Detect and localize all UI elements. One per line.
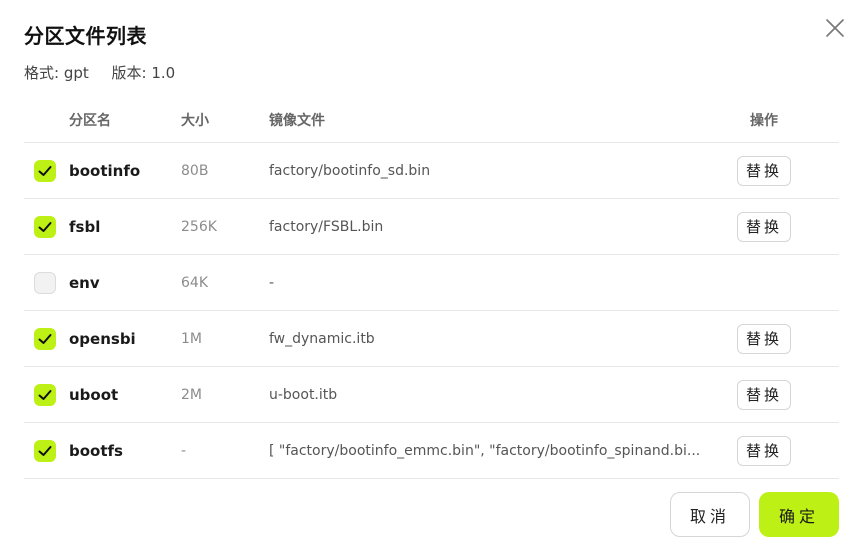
table-row: bootinfo 80B factory/bootinfo_sd.bin 替换 (24, 143, 839, 199)
header-name: 分区名 (69, 113, 111, 129)
table-row: fsbl 256K factory/FSBL.bin 替换 (24, 199, 839, 255)
confirm-button[interactable]: 确定 (759, 492, 839, 537)
row-name: fsbl (69, 217, 101, 236)
row-name: env (69, 273, 100, 292)
row-size: 256K (181, 218, 217, 235)
row-checkbox[interactable] (34, 215, 56, 238)
partition-file-list-dialog: 分区文件列表 格式: gpt 版本: 1.0 分区名 大小 镜像文件 操作 bo… (0, 0, 864, 553)
table-row: bootfs - [ "factory/bootinfo_emmc.bin", … (24, 423, 839, 479)
table-row: opensbi 1M fw_dynamic.itb 替换 (24, 311, 839, 367)
replace-button[interactable]: 替换 (736, 323, 791, 354)
row-size: - (181, 442, 187, 459)
cancel-button[interactable]: 取消 (670, 492, 750, 537)
row-size: 80B (181, 162, 209, 179)
replace-button[interactable]: 替换 (736, 379, 791, 410)
replace-button[interactable]: 替换 (736, 211, 791, 242)
header-op: 操作 (750, 113, 778, 129)
row-size: 1M (181, 330, 202, 347)
row-file: [ "factory/bootinfo_emmc.bin", "factory/… (269, 442, 701, 459)
dialog-title: 分区文件列表 (24, 24, 147, 48)
table-row: uboot 2M u-boot.itb 替换 (24, 367, 839, 423)
close-icon[interactable] (824, 17, 846, 39)
header-file: 镜像文件 (269, 113, 325, 129)
partition-meta: 格式: gpt 版本: 1.0 (24, 62, 193, 83)
partition-table: 分区名 大小 镜像文件 操作 bootinfo 80B factory/boot… (24, 98, 839, 479)
row-name: bootfs (69, 441, 123, 460)
header-size: 大小 (181, 113, 209, 129)
row-file: fw_dynamic.itb (269, 330, 375, 347)
row-name: uboot (69, 385, 119, 404)
format-text: 格式: gpt (24, 64, 89, 82)
replace-button[interactable]: 替换 (736, 435, 791, 466)
row-op-empty (724, 255, 804, 310)
row-name: bootinfo (69, 161, 141, 180)
row-size: 64K (181, 274, 208, 291)
row-checkbox[interactable] (34, 383, 56, 406)
row-checkbox[interactable] (34, 159, 56, 182)
row-file: u-boot.itb (269, 386, 338, 403)
row-file: factory/FSBL.bin (269, 218, 384, 235)
row-checkbox[interactable] (34, 327, 56, 350)
replace-button[interactable]: 替换 (736, 155, 791, 186)
row-checkbox[interactable] (34, 271, 56, 294)
row-file: - (269, 274, 275, 291)
version-text: 版本: 1.0 (111, 64, 176, 82)
row-name: opensbi (69, 329, 136, 348)
table-header: 分区名 大小 镜像文件 操作 (24, 98, 839, 143)
table-row: env 64K - (24, 255, 839, 311)
row-size: 2M (181, 386, 202, 403)
row-checkbox[interactable] (34, 439, 56, 462)
row-file: factory/bootinfo_sd.bin (269, 162, 431, 179)
